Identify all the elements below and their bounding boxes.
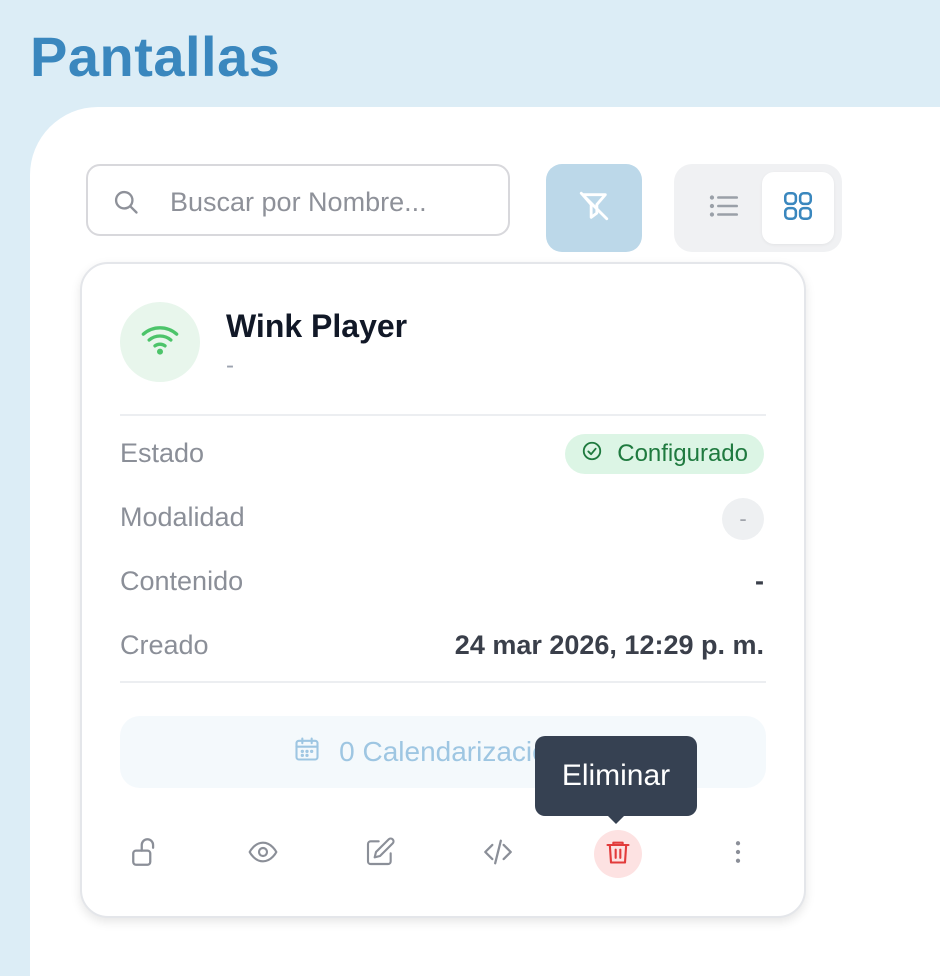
grid-view-button[interactable] [762,172,834,244]
wifi-icon [140,320,180,365]
screen-card[interactable]: Wink Player - Estado Configurado Modalid… [80,262,806,918]
filter-off-icon [577,189,611,228]
more-options-button[interactable] [714,830,762,878]
code-icon [481,835,515,874]
creado-label: Creado [120,630,209,660]
view-button[interactable] [239,830,287,878]
page-title: Pantallas [30,25,281,88]
estado-label: Estado [120,438,205,468]
more-vertical-icon [723,837,753,872]
divider [120,681,766,683]
eye-icon [247,836,279,873]
status-badge-text: Configurado [617,440,748,467]
view-toggle [674,164,842,252]
delete-button[interactable] [594,830,642,878]
contenido-value: - [755,566,764,596]
creado-value: 24 mar 2026, 12:29 p. m. [454,630,764,660]
connection-status [120,302,200,382]
list-view-button[interactable] [688,172,760,244]
edit-button[interactable] [356,830,404,878]
trash-icon [604,838,632,871]
modalidad-badge: - [722,498,764,540]
search-input[interactable] [168,184,492,220]
modalidad-label: Modalidad [120,502,245,532]
screen-subtitle: - [226,352,234,379]
divider [120,414,766,416]
unlock-button[interactable] [122,830,170,878]
search-box[interactable] [86,164,510,236]
edit-icon [364,836,396,873]
check-circle-icon [581,440,603,469]
filter-button[interactable] [546,164,642,252]
embed-code-button[interactable] [474,830,522,878]
grid-icon [781,189,815,228]
unlock-icon [129,835,163,874]
screen-name: Wink Player [226,308,408,344]
tooltip-arrow [606,814,626,824]
calendar-icon [293,735,321,770]
contenido-label: Contenido [120,566,244,596]
list-icon [707,189,741,228]
status-badge: Configurado [565,434,764,474]
delete-tooltip: Eliminar [535,736,697,816]
search-icon [112,188,140,221]
